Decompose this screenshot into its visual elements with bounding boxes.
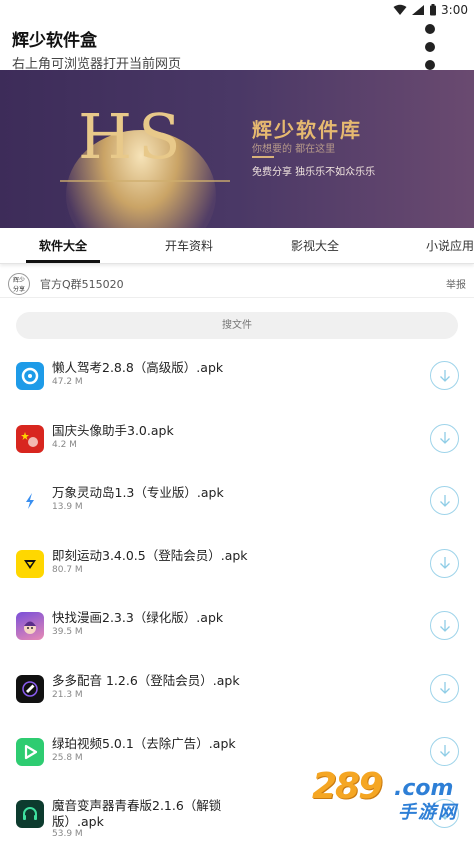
banner-slogan: 你想要的 都在这里 xyxy=(252,144,336,155)
banner[interactable]: HS 辉少软件库 你想要的 都在这里 免费分享 独乐乐不如众乐乐 xyxy=(0,70,474,228)
signal-icon xyxy=(412,5,425,15)
overflow-dot-icon xyxy=(425,24,435,34)
list-item[interactable]: 即刻运动3.4.0.5（登陆会员）.apk 80.7 M xyxy=(0,532,474,595)
search-input[interactable]: 搜文件 xyxy=(16,312,458,339)
flag-avatar-icon xyxy=(16,424,44,453)
download-button[interactable] xyxy=(430,673,459,703)
banner-rule xyxy=(252,156,274,158)
notice-text: 官方Q群515020 xyxy=(40,277,124,291)
wifi-icon xyxy=(393,4,407,15)
file-size: 47.2 M xyxy=(52,377,83,387)
channel-logo-line1: 辉少 xyxy=(12,276,25,284)
list-item[interactable]: 国庆头像助手3.0.apk 4.2 M xyxy=(0,407,474,470)
file-size: 4.2 M xyxy=(52,439,77,450)
banner-description: 免费分享 独乐乐不如众乐乐 xyxy=(252,167,376,178)
download-arrow-icon xyxy=(439,432,450,445)
status-bar: 3:00 xyxy=(0,0,474,20)
file-size: 53.9 M xyxy=(52,829,83,840)
file-size: 13.9 M xyxy=(52,502,83,513)
microphone-icon xyxy=(16,674,44,703)
download-button[interactable] xyxy=(430,611,459,641)
headphones-icon xyxy=(16,800,44,829)
list-item[interactable]: 多多配音 1.2.6（登陆会员）.apk 21.3 M xyxy=(0,657,474,720)
site-watermark: 289 .com 手游网 xyxy=(306,762,466,832)
banner-title: 辉少软件库 xyxy=(252,118,362,142)
download-arrow-icon xyxy=(439,682,450,695)
play-icon xyxy=(16,737,44,766)
list-item[interactable]: 万象灵动岛1.3（专业版）.apk 13.9 M xyxy=(0,469,474,532)
app-bar: 辉少软件盒 右上角可浏览器打开当前网页 xyxy=(0,20,474,72)
download-button[interactable] xyxy=(430,423,459,453)
list-item[interactable]: 懒人驾考2.8.8（高级版）.apk 47.2 M xyxy=(0,344,474,407)
file-name: 魔音变声器青春版2.1.6（解锁版）.apk xyxy=(52,798,222,830)
lightning-icon xyxy=(16,487,44,516)
file-name: 懒人驾考2.8.8（高级版）.apk xyxy=(52,360,224,375)
file-size: 21.3 M xyxy=(52,689,83,700)
file-name: 万象灵动岛1.3（专业版）.apk xyxy=(52,485,224,501)
file-name: 即刻运动3.4.0.5（登陆会员）.apk xyxy=(52,547,248,563)
file-name: 绿珀视频5.0.1（去除广告）.apk xyxy=(52,735,236,751)
overflow-menu-button[interactable] xyxy=(422,24,438,70)
status-time: 3:00 xyxy=(441,3,468,17)
battery-icon xyxy=(430,4,437,16)
overflow-dot-icon xyxy=(425,42,435,52)
download-arrow-icon xyxy=(439,745,450,757)
watermark-number: 289 xyxy=(312,766,383,807)
tab-novel-apps[interactable]: 小说应用 xyxy=(378,228,474,263)
category-tabs: 软件大全 开车资料 影视大全 小说应用 xyxy=(0,228,474,264)
file-size: 39.5 M xyxy=(52,627,83,638)
download-button[interactable] xyxy=(430,361,459,390)
list-item[interactable]: 快找漫画2.3.3（绿化版）.apk 39.5 M xyxy=(0,594,474,657)
file-size: 25.8 M xyxy=(52,752,83,763)
channel-logo: 辉少 分享 xyxy=(8,272,30,295)
manga-icon xyxy=(16,612,44,641)
steering-wheel-icon xyxy=(16,362,44,390)
banner-logo: HS xyxy=(78,100,187,173)
download-arrow-icon xyxy=(439,369,450,382)
channel-logo-line2: 分享 xyxy=(12,285,25,293)
app-title: 辉少软件盒 xyxy=(12,31,97,51)
file-size: 80.7 M xyxy=(52,564,83,575)
tab-driving-material[interactable]: 开车资料 xyxy=(126,228,252,263)
tab-movies[interactable]: 影视大全 xyxy=(252,228,378,263)
download-arrow-icon xyxy=(439,557,450,570)
file-name: 多多配音 1.2.6（登陆会员）.apk xyxy=(52,672,240,688)
download-arrow-icon xyxy=(439,619,450,632)
report-link[interactable]: 举报 xyxy=(446,276,466,291)
file-name: 国庆头像助手3.0.apk xyxy=(52,422,174,438)
tab-software[interactable]: 软件大全 xyxy=(0,228,126,263)
sport-icon xyxy=(16,549,44,578)
overflow-dot-icon xyxy=(425,60,435,70)
download-button[interactable] xyxy=(430,548,459,578)
download-arrow-icon xyxy=(439,494,450,507)
watermark-site: 手游网 xyxy=(398,802,458,823)
banner-divider xyxy=(60,180,230,182)
notice-bar: 辉少 分享 官方Q群515020 举报 xyxy=(0,270,474,298)
file-name: 快找漫画2.3.3（绿化版）.apk xyxy=(52,610,224,626)
download-button[interactable] xyxy=(430,486,459,516)
